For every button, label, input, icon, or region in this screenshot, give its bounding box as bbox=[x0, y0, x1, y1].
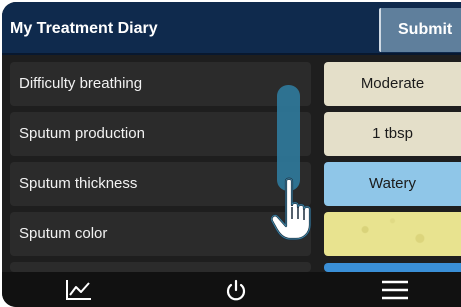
chart-icon[interactable] bbox=[64, 278, 94, 302]
header-bar: My Treatment Diary Submit bbox=[2, 2, 461, 55]
value-button-partial[interactable] bbox=[324, 263, 461, 272]
value-button-sputum-thickness[interactable]: Watery bbox=[324, 162, 461, 206]
value-button-sputum-production[interactable]: 1 tbsp bbox=[324, 112, 461, 156]
row-label-sputum-thickness: Sputum thickness bbox=[10, 162, 311, 206]
row-label-difficulty-breathing: Difficulty breathing bbox=[10, 62, 311, 106]
bottom-nav bbox=[2, 272, 461, 307]
pointer-hand-icon bbox=[270, 177, 312, 241]
app-screen: My Treatment Diary Submit Difficulty bre… bbox=[2, 2, 461, 307]
menu-icon[interactable] bbox=[380, 278, 410, 302]
row-label-partial bbox=[10, 262, 311, 272]
page-title: My Treatment Diary bbox=[10, 20, 158, 37]
value-button-sputum-color[interactable] bbox=[324, 212, 461, 256]
row-label-sputum-production: Sputum production bbox=[10, 112, 311, 156]
row-label-sputum-color: Sputum color bbox=[10, 212, 311, 256]
value-button-difficulty-breathing[interactable]: Moderate bbox=[324, 62, 461, 106]
scrollbar-thumb[interactable] bbox=[277, 85, 300, 191]
submit-button[interactable]: Submit bbox=[379, 8, 461, 52]
power-icon[interactable] bbox=[221, 278, 251, 302]
